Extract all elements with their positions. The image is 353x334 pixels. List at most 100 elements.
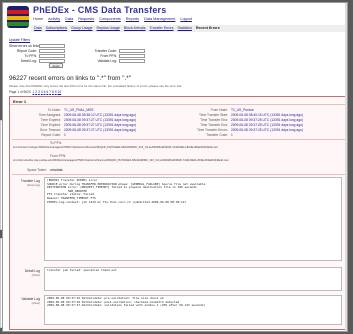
secondary-menu-item[interactable]: Transfer Errors: [150, 26, 174, 30]
from-pfn-input[interactable]: [119, 53, 145, 58]
to-node-row: To Node: T1_US_FNAL_MSS: [13, 108, 94, 112]
time-value: 1: [64, 133, 66, 137]
primary-menu-item[interactable]: Data Management: [144, 17, 175, 21]
transfer-log-text: [ERROR] Transfer PhEDEx error SOURCE err…: [44, 177, 342, 261]
primary-menu-item[interactable]: Activity: [48, 17, 60, 21]
filter-show-input[interactable]: [39, 43, 65, 48]
validate-log-label-wrap: Validate Log (show): [12, 297, 40, 305]
space-token-label: Space Token:: [27, 168, 47, 172]
page-link[interactable]: 8: [52, 90, 54, 94]
secondary-menu-item[interactable]: Subscriptions: [46, 26, 68, 30]
time-value: 2009-06-08 09:37:25 UTC (13391 days long…: [231, 123, 304, 127]
transfer-log-row: Transfer Log (show log) [ERROR] Transfer…: [12, 177, 345, 263]
time-label: Time Transfer End:: [200, 118, 228, 122]
to-node-label: To Node:: [47, 108, 61, 112]
pager-label: Page 1 of 9623: [9, 90, 31, 94]
filter-row-6: Validate Log:: [89, 58, 145, 63]
space-token-row: Space Token: cmsdata: [13, 168, 62, 172]
time-value: 2009-06-08 09:37:27 UTC (13391 days long…: [64, 118, 137, 122]
space-token-value: cmsdata: [50, 168, 63, 172]
secondary-menu: Data Subscriptions Group Usage Replica Usag…: [31, 25, 347, 32]
error-header: Error 1: [10, 97, 345, 105]
page-link[interactable]: 4: [41, 90, 43, 94]
time-label: Error Timeout:: [40, 128, 61, 132]
time-value: 2009-06-08 08:38:12 UTC (13391 days long…: [64, 113, 137, 117]
from-node-row: From Node: T2_US_Purdue: [180, 108, 254, 112]
to-pfn-input[interactable]: [39, 53, 65, 58]
page-link[interactable]: 6: [46, 90, 48, 94]
pagination: Page 1 of 9623 12345678910: [9, 90, 62, 94]
primary-menu-item[interactable]: Requests: [78, 17, 94, 21]
time-label: Time Expired:: [40, 123, 61, 127]
primary-menu-item[interactable]: Home: [33, 17, 43, 21]
primary-menu-item[interactable]: Reports: [126, 17, 139, 21]
primary-menu-item[interactable]: Data: [65, 17, 73, 21]
page-link[interactable]: 2: [35, 90, 37, 94]
time-row: Time Transfer Errors: 2009-06-08 09:37:25…: [180, 128, 303, 132]
page-link[interactable]: 10: [58, 90, 62, 94]
time-value: 2009-06-08 09:37:25 UTC (13391 days long…: [231, 128, 304, 132]
validate-log-toggle[interactable]: (show): [12, 301, 40, 305]
time-label: Transfer Code:: [206, 133, 228, 137]
time-row: Transfer Code: 1: [180, 133, 233, 137]
time-row: Time Expired: 2009-06-08 09:37:27 UTC (13…: [13, 118, 136, 122]
secondary-menu-item[interactable]: Group Usage: [71, 26, 92, 30]
transfer-log-label-wrap: Transfer Log (show log): [12, 179, 40, 187]
from-pfn-value: srm://srm-dcache.rcac.purdue.edu:8443/sr…: [13, 159, 229, 162]
secondary-menu-item[interactable]: Replica Usage: [97, 26, 120, 30]
primary-menu: Home Activity Data Requests Components Report…: [33, 17, 197, 21]
page-link[interactable]: 9: [55, 90, 57, 94]
time-row: Time Expired: 2009-06-08 09:37:27 UTC (13…: [13, 123, 136, 127]
time-label: Time Transfer Start:: [198, 113, 228, 117]
page-link[interactable]: 3: [38, 90, 40, 94]
secondary-menu-item[interactable]: Recent Errors: [196, 26, 220, 30]
time-value: 1: [231, 133, 233, 137]
time-row: Time Transfer End: 2009-06-08 09:37:25 UT…: [180, 118, 303, 122]
filter-label: From PFN:: [100, 53, 117, 58]
time-row: Error Timeout: 2009-06-08 09:37:27 UTC (1…: [13, 128, 136, 132]
time-row: Report Code: 1: [13, 133, 66, 137]
time-row: Time Assigned: 2009-06-08 08:38:12 UTC (1…: [13, 113, 136, 117]
page-link[interactable]: 7: [49, 90, 51, 94]
from-node-label: From Node:: [210, 108, 228, 112]
to-pfn-value: srm://cmssrm.fnal.gov:8443/srm/managerv2…: [13, 146, 218, 149]
secondary-menu-item[interactable]: Block Arrivals: [124, 26, 146, 30]
validate-log-input[interactable]: [119, 58, 145, 63]
detail-log-input[interactable]: [39, 58, 65, 63]
time-label: Time Assigned:: [38, 113, 61, 117]
filter-label: Transfer Code:: [94, 48, 118, 53]
detail-log-label-wrap: Detail Log (show): [12, 269, 40, 277]
time-row: Time Transfer End: 2009-06-08 09:37:25 UT…: [180, 123, 303, 127]
report-code-input[interactable]: [39, 48, 65, 53]
update-filters-link[interactable]: Update Filters: [9, 38, 30, 42]
time-value: 2009-06-08 09:37:25 UTC (13391 days long…: [231, 118, 304, 122]
secondary-menu-item[interactable]: Statistics: [178, 26, 192, 30]
browser-window: PhEDEx - CMS Data Transfers Home Activity…: [2, 2, 348, 332]
time-label: Time Transfer Errors:: [196, 128, 228, 132]
phedex-logo: [7, 6, 29, 28]
time-value: 2009-06-08 08:40:15 UTC (13391 days long…: [231, 113, 304, 117]
time-value: 2009-06-08 09:37:27 UTC (13391 days long…: [64, 128, 137, 132]
primary-menu-item[interactable]: Logout: [180, 17, 192, 21]
transfer-code-input[interactable]: [119, 48, 145, 53]
detail-log-row: Detail Log (show) transfer job failed: o…: [12, 267, 345, 291]
validate-log-text: 2009-06-08 09:37:25 DstValidate: pre-val…: [44, 295, 342, 325]
time-label: Time Expired:: [40, 118, 61, 122]
primary-menu-item[interactable]: Components: [99, 17, 121, 21]
page-scrollbar[interactable]: [344, 3, 347, 331]
to-node-link[interactable]: T1_US_FNAL_MSS: [64, 108, 94, 112]
apply-button[interactable]: Apply: [49, 63, 63, 68]
detail-log-text: transfer job failed: operation timed out: [44, 267, 342, 291]
filter-label: To PFN:: [24, 53, 37, 58]
filter-show-label: Show errors on links to: [9, 43, 44, 48]
time-label: Time Transfer End:: [200, 123, 228, 127]
time-label: Report Code:: [41, 133, 61, 137]
results-note: Please note that PhEDEx only stores the …: [9, 84, 183, 88]
detail-log-toggle[interactable]: (show): [12, 273, 40, 277]
transfer-log-toggle[interactable]: (show log): [12, 183, 40, 187]
secondary-menu-item[interactable]: Data: [34, 26, 42, 30]
from-node-link[interactable]: T2_US_Purdue: [231, 108, 254, 112]
validate-log-row: Validate Log (show) 2009-06-08 09:37:25 …: [12, 295, 345, 327]
results-heading: 96227 recent errors on links to ".*" fro…: [9, 75, 132, 82]
filter-label: Detail Log:: [20, 58, 37, 63]
